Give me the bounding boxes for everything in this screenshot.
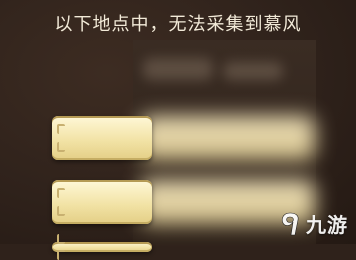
blurred-option-text	[140, 116, 315, 160]
answer-option-2[interactable]	[52, 180, 152, 224]
watermark: 九游	[278, 209, 348, 238]
question-text: 以下地点中，无法采集到慕风	[54, 14, 302, 35]
watermark-brand: 九游	[306, 213, 348, 237]
answer-option-1[interactable]	[52, 116, 152, 160]
9-logo-icon	[278, 211, 302, 237]
